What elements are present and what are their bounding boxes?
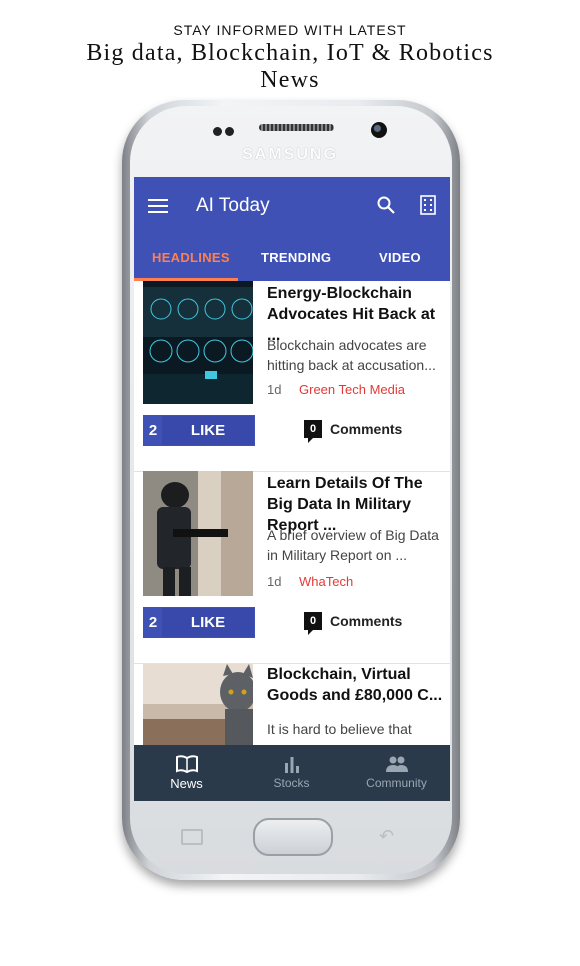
like-button[interactable]: 2 LIKE (143, 607, 255, 638)
article-source[interactable]: WhaTech (299, 574, 353, 589)
nav-label: News (170, 776, 203, 791)
recent-apps-key[interactable] (181, 829, 203, 845)
building-grid-icon[interactable] (420, 195, 436, 215)
like-button[interactable]: 2 LIKE (143, 415, 255, 446)
comments-label: Comments (330, 421, 403, 437)
article-thumbnail[interactable] (143, 281, 253, 404)
comment-bubble-icon: 0 (304, 612, 322, 635)
article-headline[interactable]: Blockchain, Virtual Goods and £80,000 C.… (267, 664, 443, 706)
article-card[interactable]: Blockchain, Virtual Goods and £80,000 C.… (134, 664, 450, 745)
nav-label: Stocks (273, 776, 310, 790)
like-count: 2 (144, 416, 162, 445)
article-thumbnail[interactable] (143, 664, 253, 745)
book-icon (175, 755, 198, 773)
tab-headlines[interactable]: HEADLINES (152, 250, 230, 265)
people-icon (385, 756, 408, 772)
nav-community[interactable]: Community (344, 745, 449, 801)
comment-bubble-icon: 0 (304, 420, 322, 443)
nav-news[interactable]: News (134, 745, 239, 801)
promo-tagline: STAY INFORMED WITH LATEST (173, 22, 407, 38)
comments-label: Comments (330, 613, 403, 629)
article-summary: It is hard to believe that (267, 721, 412, 737)
bottom-navigation: News Stocks Community (134, 745, 450, 801)
like-label: LIKE (162, 416, 254, 445)
bar-chart-icon (284, 757, 299, 773)
promo-headline: Big data, Blockchain, IoT & Robotics New… (0, 40, 580, 94)
article-source[interactable]: Green Tech Media (299, 382, 405, 397)
like-count: 2 (144, 608, 162, 637)
comments-button[interactable]: 0 Comments (304, 612, 403, 635)
hamburger-menu-icon[interactable] (148, 199, 168, 213)
front-camera-icon (371, 122, 387, 138)
article-age: 1d (267, 574, 282, 589)
home-button[interactable] (253, 818, 333, 856)
earpiece-speaker (259, 124, 334, 131)
promo-headline-line: Big data, Blockchain, IoT & Robotics (86, 40, 494, 66)
article-card[interactable]: Learn Details Of The Big Data In Militar… (134, 471, 450, 664)
app-title: AI Today (196, 195, 270, 216)
nav-stocks[interactable]: Stocks (239, 745, 344, 801)
article-summary: A brief overview of Big Data in Military… (267, 527, 439, 563)
back-key-icon[interactable]: ↶ (379, 826, 394, 847)
nav-label: Community (366, 776, 427, 790)
comments-button[interactable]: 0 Comments (304, 420, 403, 443)
app-bar: AI Today HEADLINES TRENDING VIDEO (134, 177, 450, 281)
sensor-dots (213, 123, 237, 141)
device-brand: SAMSUNG (242, 146, 338, 163)
article-card[interactable]: Energy-Blockchain Advocates Hit Back at … (134, 281, 450, 472)
article-thumbnail[interactable] (143, 471, 253, 596)
like-label: LIKE (162, 608, 254, 637)
article-summary: Blockchain advocates are hitting back at… (267, 337, 436, 373)
app-screen: AI Today HEADLINES TRENDING VIDEO Energy… (134, 177, 450, 801)
article-age: 1d (267, 382, 282, 397)
tab-video[interactable]: VIDEO (379, 250, 421, 265)
tab-trending[interactable]: TRENDING (261, 250, 331, 265)
news-feed[interactable]: Energy-Blockchain Advocates Hit Back at … (134, 281, 450, 745)
search-icon[interactable] (376, 195, 396, 215)
promo-headline-line: News (260, 67, 320, 93)
